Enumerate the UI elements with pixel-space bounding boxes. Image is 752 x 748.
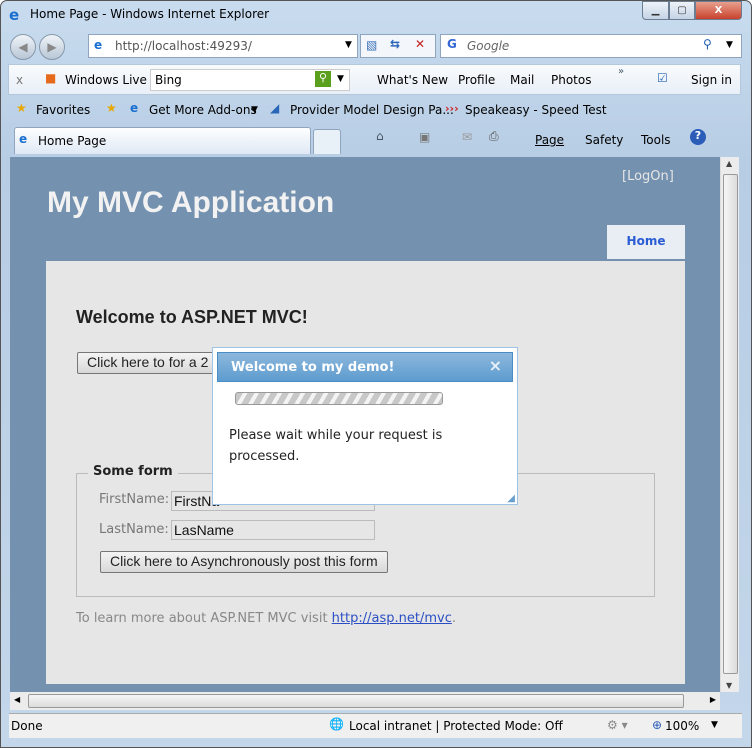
search-dropdown-icon[interactable]: ▼ [726, 40, 733, 50]
mail-link[interactable]: Mail [510, 73, 534, 87]
vertical-scrollbar[interactable]: ▲ ▼ [720, 157, 739, 692]
bing-value: Bing [155, 73, 182, 87]
loading-dialog: Welcome to my demo! × Please wait while … [212, 347, 518, 505]
horizontal-scroll-thumb[interactable] [28, 694, 684, 708]
forward-button[interactable]: ▶ [39, 34, 65, 60]
google-icon: G [447, 37, 457, 51]
dialog-titlebar[interactable]: Welcome to my demo! × [217, 352, 513, 382]
resize-grip-icon[interactable]: ◢ [507, 493, 515, 504]
scroll-down-icon[interactable]: ▼ [726, 681, 732, 690]
page-menu[interactable]: Page [535, 133, 564, 147]
add-favorite-icon[interactable]: ★ [106, 101, 117, 115]
bing-search-icon[interactable]: ⚲ [315, 71, 331, 87]
menu-home-tab[interactable]: Home [607, 225, 685, 259]
bing-search-input[interactable]: Bing ⚲ ▼ [150, 69, 350, 91]
asp-net-link[interactable]: http://asp.net/mvc [332, 611, 452, 626]
close-window-button[interactable]: X [695, 1, 742, 20]
site-title: My MVC Application [47, 186, 335, 219]
chevron-more-icon[interactable]: » [618, 66, 624, 77]
windows-logo-icon: ■ [45, 71, 57, 85]
url-text: http://localhost:49293/ [115, 39, 252, 53]
firstname-label: FirstName: [99, 492, 170, 507]
compatibility-icon[interactable]: ▧ [366, 38, 377, 52]
address-dropdown-icon[interactable]: ▼ [345, 40, 352, 50]
logon-link[interactable]: [LogOn] [622, 169, 674, 184]
maximize-button[interactable]: ▢ [669, 1, 695, 20]
favorite-speakeasy[interactable]: Speakeasy - Speed Test [465, 103, 607, 117]
new-tab-button[interactable] [313, 129, 341, 154]
zoom-icon: ⊕ [652, 718, 663, 732]
ie-page-icon: e [130, 101, 139, 115]
safety-menu[interactable]: Safety [585, 133, 623, 147]
lastname-input[interactable]: LasName [171, 520, 375, 540]
favorites-star-icon: ★ [16, 101, 27, 115]
status-text: Done [11, 719, 43, 733]
address-bar[interactable]: http://localhost:49293/ [88, 34, 358, 58]
window-title: Home Page - Windows Internet Explorer [30, 7, 270, 21]
scroll-left-icon[interactable]: ◀ [14, 695, 20, 704]
dialog-message: Please wait while your request is proces… [229, 428, 443, 464]
page-heading: Welcome to ASP.NET MVC! [76, 307, 308, 327]
scroll-right-icon[interactable]: ▶ [710, 695, 716, 704]
refresh-icon[interactable]: ⇆ [390, 37, 400, 51]
popup-blocker-icon[interactable]: ⚙ ▾ [607, 718, 628, 732]
print-icon[interactable]: ⎙ [489, 129, 499, 144]
progress-bar [235, 392, 443, 405]
security-zone[interactable]: Local intranet | Protected Mode: Off [349, 719, 563, 733]
photos-link[interactable]: Photos [551, 73, 591, 87]
horizontal-scrollbar[interactable]: ◀ ▶ [10, 692, 720, 710]
status-bar: Done 🌐 Local intranet | Protected Mode: … [9, 713, 742, 738]
ie-tab-icon: e [19, 132, 28, 146]
back-button[interactable]: ◀ [10, 34, 36, 60]
favorite-provider-model[interactable]: Provider Model Design Pa... [290, 103, 454, 117]
search-placeholder: Google [467, 39, 510, 53]
whats-new-link[interactable]: What's New [377, 73, 448, 87]
dialog-title: Welcome to my demo! [231, 360, 395, 375]
close-toolbar-button[interactable]: x [16, 73, 23, 87]
dropdown-icon[interactable]: ▼ [251, 105, 258, 115]
favorites-button[interactable]: Favorites [36, 103, 90, 117]
stop-icon[interactable]: ✕ [415, 37, 425, 51]
speakeasy-icon: ››› [445, 102, 459, 115]
zoom-dropdown-icon[interactable]: ▼ [711, 720, 718, 730]
home-icon[interactable]: ⌂ [376, 129, 384, 143]
provider-icon: ◢ [270, 101, 280, 115]
lastname-label: LastName: [99, 522, 169, 537]
help-icon[interactable]: ? [690, 129, 706, 145]
tab-label: Home Page [38, 134, 107, 148]
learn-end: . [451, 611, 456, 626]
dialog-close-icon[interactable]: × [489, 356, 502, 375]
feeds-icon[interactable]: ▣ [419, 130, 430, 144]
delay-button[interactable]: Click here to for a 2 s [77, 352, 227, 374]
checkbox-icon: ☑ [657, 71, 668, 85]
vertical-scroll-thumb[interactable] [723, 174, 738, 674]
async-post-button[interactable]: Click here to Asynchronously post this f… [100, 551, 388, 573]
intranet-globe-icon: 🌐 [329, 717, 344, 731]
mail-icon[interactable]: ✉ [462, 130, 472, 144]
minimize-button[interactable]: ▁ [642, 1, 669, 20]
form-legend: Some form [88, 464, 178, 479]
learn-more-text: To learn more about ASP.NET MVC visit ht… [76, 611, 456, 626]
favorite-get-more-addons[interactable]: Get More Add-ons [149, 103, 257, 117]
sign-in-link[interactable]: Sign in [691, 73, 732, 87]
bing-dropdown-icon[interactable]: ▼ [337, 74, 344, 84]
tab-home-page[interactable]: e Home Page [14, 127, 311, 154]
zoom-level[interactable]: 100% [665, 719, 699, 733]
learn-text: To learn more about ASP.NET MVC visit [76, 611, 332, 626]
scroll-up-icon[interactable]: ▲ [726, 159, 732, 168]
page-icon: e [94, 38, 103, 52]
profile-link[interactable]: Profile [458, 73, 495, 87]
ie-logo-icon: e [9, 6, 20, 24]
search-icon[interactable]: ⚲ [703, 37, 712, 51]
windows-live-link[interactable]: Windows Live [65, 73, 147, 87]
tools-menu[interactable]: Tools [641, 133, 671, 147]
search-box[interactable]: G Google ⚲ ▼ [440, 34, 742, 58]
